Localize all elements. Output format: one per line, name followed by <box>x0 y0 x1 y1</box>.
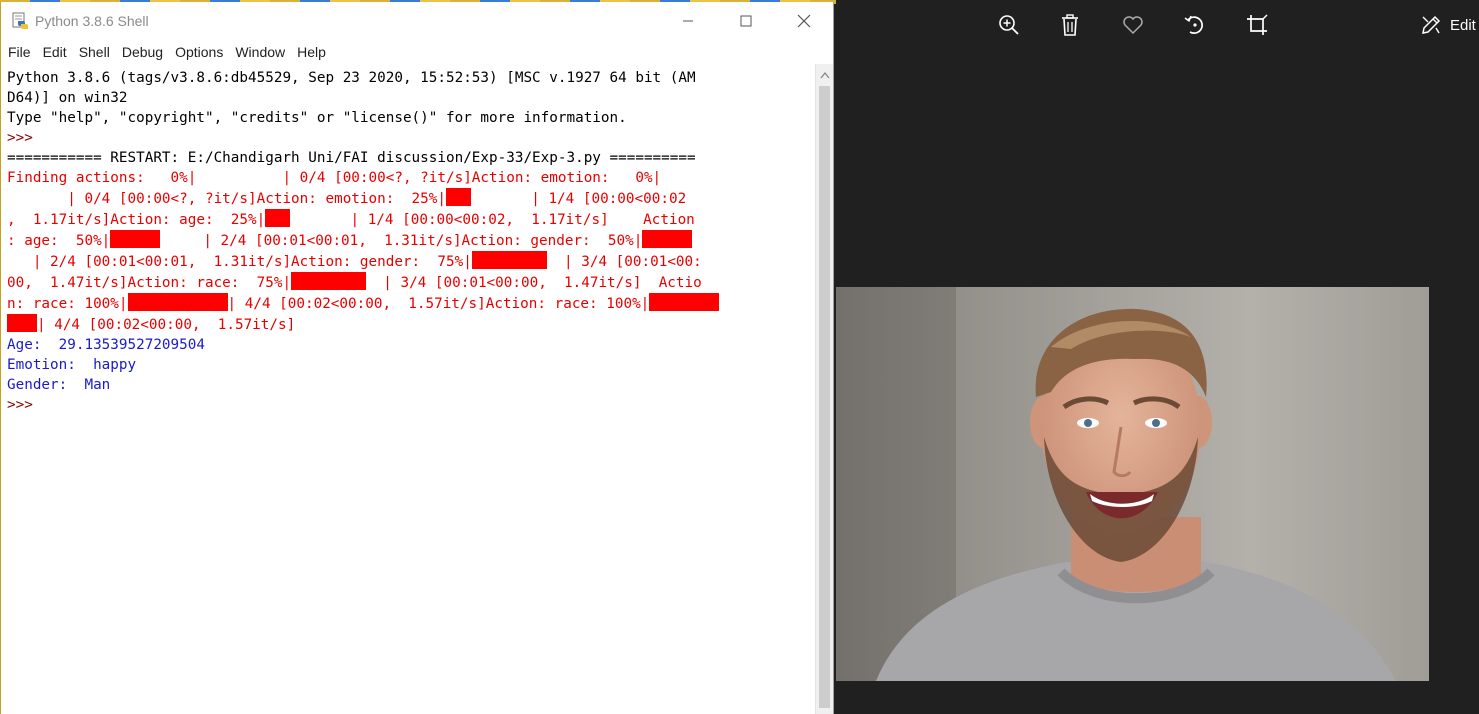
crop-button[interactable] <box>1239 8 1275 42</box>
minimize-icon <box>683 20 693 22</box>
progress-line: | 3/4 [00:01<00: <box>546 254 702 270</box>
progress-line: n: race: 100%| <box>7 296 128 312</box>
zoom-button[interactable] <box>991 8 1027 42</box>
shell-prompt: >>> <box>7 397 33 413</box>
progress-line: : age: 50%| <box>7 233 111 249</box>
delete-icon <box>1062 14 1078 36</box>
menu-bar: File Edit Shell Debug Options Window Hel… <box>1 40 833 64</box>
title-bar[interactable]: Python 3.8.6 Shell <box>1 2 833 40</box>
progress-line: | 2/4 [00:01<00:01, 1.31it/s]Action: gen… <box>7 254 472 270</box>
shell-prompt: >>> <box>7 130 33 146</box>
edit-icon <box>1422 15 1441 34</box>
maximize-button[interactable] <box>717 2 775 40</box>
close-icon <box>797 14 811 28</box>
window-title: Python 3.8.6 Shell <box>35 13 149 29</box>
progress-line: | 0/4 [00:00<?, ?it/s]Action: emotion: 2… <box>7 191 446 207</box>
menu-debug[interactable]: Debug <box>117 44 168 60</box>
menu-help[interactable]: Help <box>292 44 331 60</box>
progress-line: 00, 1.47it/s]Action: race: 75%| <box>7 275 292 291</box>
portrait-photo <box>836 287 1429 681</box>
minimize-button[interactable] <box>659 2 717 40</box>
menu-file[interactable]: File <box>3 44 36 60</box>
edit-label: Edit <box>1450 16 1476 34</box>
progress-bar-fill <box>265 209 291 227</box>
menu-shell[interactable]: Shell <box>74 44 115 60</box>
progress-line: | 1/4 [00:00<00:02, 1.17it/s] Action <box>290 212 695 228</box>
rotate-icon <box>1184 15 1203 34</box>
result-emotion: Emotion: happy <box>7 357 137 373</box>
menu-window[interactable]: Window <box>230 44 290 60</box>
progress-bar-fill <box>110 230 161 248</box>
menu-edit[interactable]: Edit <box>38 44 72 60</box>
favorite-button[interactable] <box>1115 8 1151 42</box>
banner-line: D64)] on win32 <box>7 90 128 106</box>
progress-bar-fill <box>7 314 37 332</box>
progress-line: | 4/4 [00:02<00:00, 1.57it/s]Action: rac… <box>227 296 650 312</box>
python-idle-icon <box>11 12 29 30</box>
maximize-icon <box>740 15 752 27</box>
vertical-scrollbar[interactable] <box>815 64 833 714</box>
console-output: Python 3.8.6 (tags/v3.8.6:db45529, Sep 2… <box>1 64 815 415</box>
progress-bar-fill <box>291 272 367 290</box>
photos-viewer: Edit <box>836 0 1479 714</box>
scroll-up-arrow-icon[interactable] <box>816 66 833 84</box>
progress-bar-fill <box>471 251 547 269</box>
progress-line: | 2/4 [00:01<00:01, 1.31it/s]Action: gen… <box>160 233 643 249</box>
progress-line: | 3/4 [00:01<00:00, 1.47it/s] Actio <box>366 275 702 291</box>
progress-bar-fill <box>127 293 228 311</box>
shell-text-area[interactable]: Python 3.8.6 (tags/v3.8.6:db45529, Sep 2… <box>1 64 815 714</box>
result-gender: Gender: Man <box>7 377 111 393</box>
progress-line: | 1/4 [00:00<00:02 <box>470 191 687 207</box>
banner-line: Type "help", "copyright", "credits" or "… <box>7 110 627 126</box>
progress-line: Finding actions: 0%| | 0/4 [00:00<?, ?it… <box>7 170 662 186</box>
progress-line: , 1.17it/s]Action: age: 25%| <box>7 212 266 228</box>
delete-button[interactable] <box>1052 8 1088 42</box>
rotate-button[interactable] <box>1177 8 1213 42</box>
progress-bar-fill <box>445 188 471 206</box>
idle-shell-window: Python 3.8.6 Shell File Edit Shell Debug… <box>0 2 834 714</box>
progress-line: | 4/4 [00:02<00:00, 1.57it/s] <box>37 317 296 333</box>
result-age: Age: 29.13539527209504 <box>7 337 205 353</box>
progress-bar-fill <box>642 230 693 248</box>
scrollbar-thumb[interactable] <box>819 86 830 708</box>
crop-icon <box>1247 14 1268 35</box>
edit-button[interactable]: Edit <box>1420 8 1476 42</box>
zoom-in-icon <box>999 15 1019 35</box>
close-button[interactable] <box>775 2 833 40</box>
favorite-icon <box>1123 16 1143 35</box>
restart-line: =========== RESTART: E:/Chandigarh Uni/F… <box>7 150 696 166</box>
progress-bar-fill <box>649 293 720 311</box>
menu-options[interactable]: Options <box>170 44 228 60</box>
banner-line: Python 3.8.6 (tags/v3.8.6:db45529, Sep 2… <box>7 70 696 86</box>
